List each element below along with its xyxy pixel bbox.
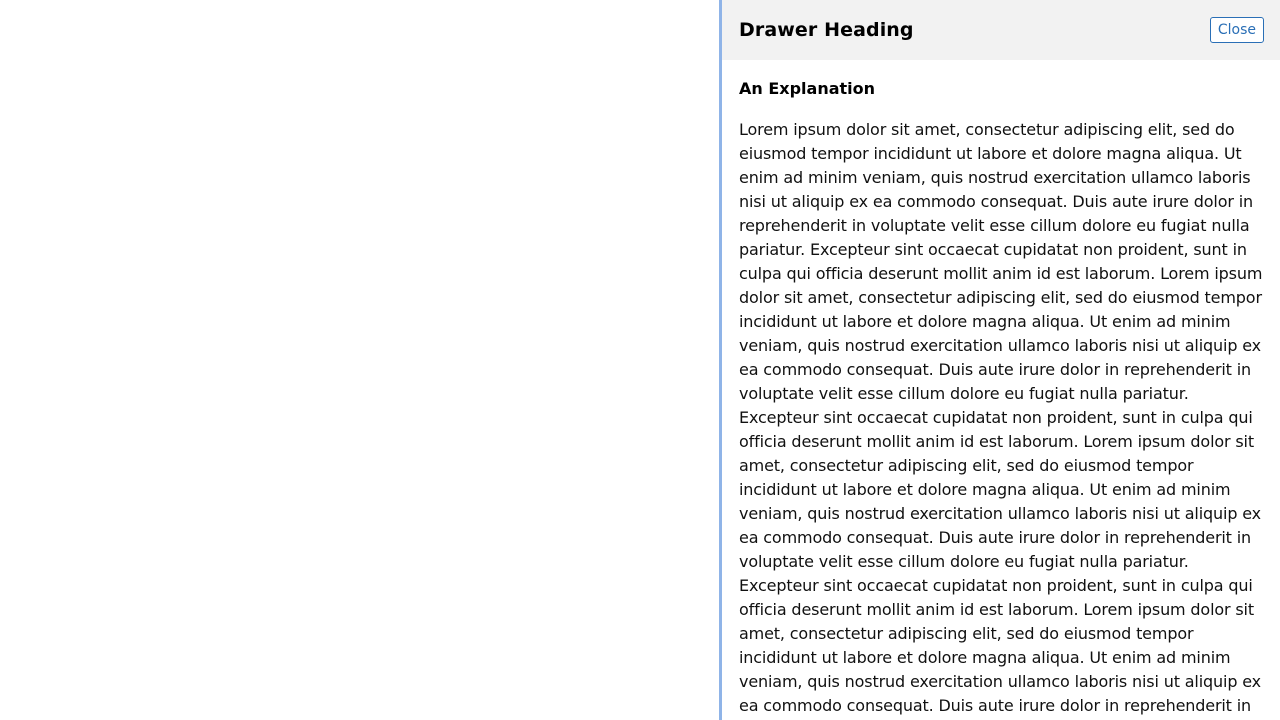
explanation-paragraph: Lorem ipsum dolor sit amet, consectetur … [739,120,1263,715]
drawer-header: Drawer Heading Close [722,0,1280,60]
close-button[interactable]: Close [1209,17,1264,43]
drawer-body: An Explanation Lorem ipsum dolor sit ame… [722,60,1280,720]
page: Drawer Heading Close An Explanation Lore… [0,0,1280,720]
page-backdrop[interactable] [0,0,719,720]
drawer-heading: Drawer Heading [739,19,914,41]
section-heading: An Explanation [739,79,876,98]
drawer-panel: Drawer Heading Close An Explanation Lore… [719,0,1280,720]
